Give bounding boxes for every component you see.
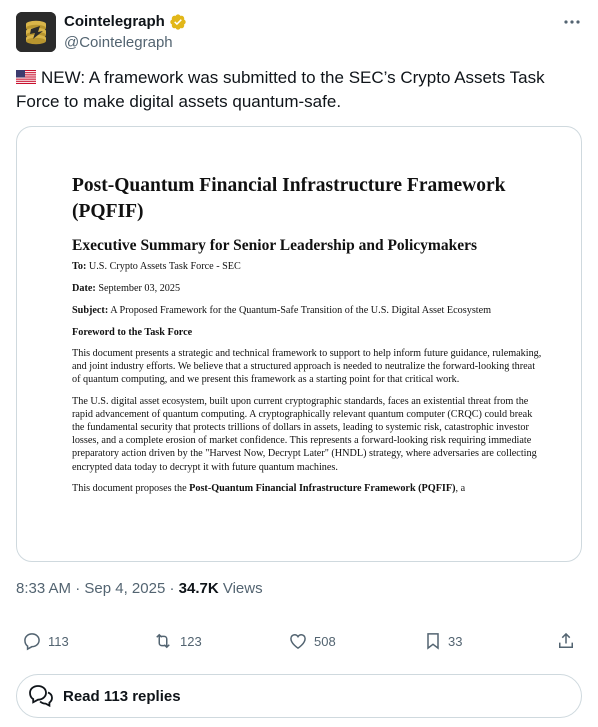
document-to: To: U.S. Crypto Assets Task Force - SEC [72,261,241,272]
document-page: Post-Quantum Financial Infrastructure Fr… [72,173,542,503]
post-time[interactable]: 8:33 AM [16,580,71,597]
reply-icon [24,633,40,651]
share-button[interactable] [556,628,576,654]
document-title: Post-Quantum Financial Infrastructure Fr… [72,175,506,222]
more-options-icon[interactable] [562,12,582,32]
share-icon [559,632,573,648]
post-meta: 8:33 AM · Sep 4, 2025 · 34.7K Views [16,579,263,599]
heart-icon [290,633,306,649]
reply-count: 113 [48,633,69,649]
views-label: Views [222,580,263,597]
post-text-content: NEW: A framework was submitted to the SE… [16,68,545,111]
display-name[interactable]: Cointelegraph [64,12,165,32]
bookmark-icon [427,633,439,650]
us-flag-icon [16,70,36,84]
post-text: NEW: A framework was submitted to the SE… [16,66,582,114]
verified-badge-icon [170,14,186,30]
document-paragraph-2: The U.S. digital asset ecosystem, built … [72,395,537,473]
read-replies-label: Read 113 replies [63,687,181,705]
conversation-icon [29,685,53,708]
action-bar: 113 123 508 33 [16,628,582,654]
post-header: Cointelegraph @Cointelegraph [16,12,582,56]
cointelegraph-logo-icon [16,12,56,52]
document-paragraph-3: This document proposes the Post-Quantum … [72,482,466,494]
views-count: 34.7K [178,580,219,597]
repost-count: 123 [180,633,202,649]
reply-button[interactable]: 113 [22,628,69,654]
document-foreword-heading: Foreword to the Task Force [72,327,193,338]
handle[interactable]: @Cointelegraph [64,33,173,53]
document-date: Date: September 03, 2025 [72,283,181,294]
post-date[interactable]: Sep 4, 2025 [84,580,165,597]
bookmark-count: 33 [448,633,463,649]
avatar[interactable] [16,12,56,52]
document-subtitle: Executive Summary for Senior Leadership … [72,237,477,254]
repost-button[interactable]: 123 [152,628,202,654]
meta-separator: · [75,580,81,597]
like-button[interactable]: 508 [288,628,336,654]
document-subject: Subject: A Proposed Framework for the Qu… [72,305,492,316]
post-media-image[interactable]: Post-Quantum Financial Infrastructure Fr… [16,126,582,562]
read-replies-button[interactable]: Read 113 replies [16,674,582,718]
meta-separator: · [169,580,175,597]
like-count: 508 [314,633,336,649]
document-paragraph-1: This document presents a strategic and t… [72,348,542,386]
repost-icon [156,633,170,649]
bookmark-button[interactable]: 33 [424,628,462,654]
